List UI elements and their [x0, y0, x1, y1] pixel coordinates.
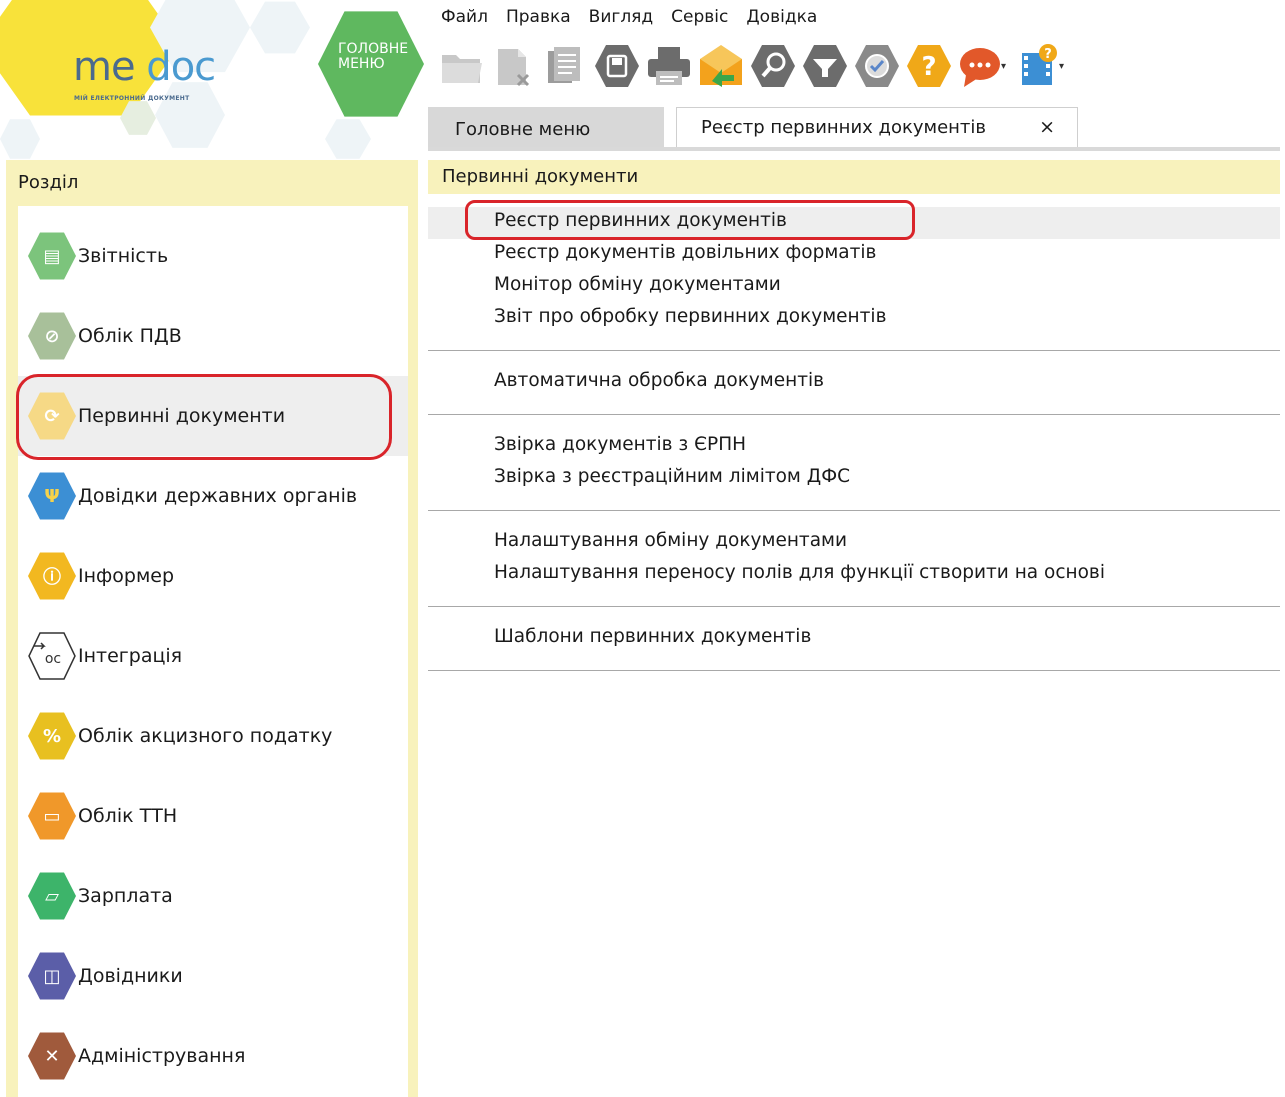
separator: [428, 510, 1280, 511]
verify-icon[interactable]: [851, 38, 903, 94]
separator: [428, 414, 1280, 415]
menu-service[interactable]: Сервіс: [662, 5, 737, 29]
info-icon: ⓘ: [28, 548, 76, 604]
decor-hex: [325, 119, 371, 159]
salary-icon: ▱: [28, 868, 76, 924]
sidebar-item-label: Звітність: [78, 245, 169, 267]
svg-text:oc: oc: [45, 651, 61, 667]
sidebar-item-label: Зарплата: [78, 885, 173, 907]
save-icon[interactable]: [591, 38, 643, 94]
sidebar-item-ttn[interactable]: ▭ Облік ТТН: [18, 776, 408, 856]
menu-file[interactable]: Файл: [432, 5, 497, 29]
sidebar-item-label: Облік ТТН: [78, 805, 178, 827]
link-dfs-limit-reconciliation[interactable]: Звірка з реєстраційним лімітом ДФС: [494, 466, 850, 487]
main-menu-label[interactable]: ГОЛОВНЕ МЕНЮ: [338, 42, 418, 72]
link-automatic-document-processing[interactable]: Автоматична обробка документів: [494, 370, 824, 391]
main-menu-line2: МЕНЮ: [338, 56, 385, 72]
logo-area: me doc МІЙ ЕЛЕКТРОННИЙ ДОКУМЕНТ ГОЛОВНЕ …: [0, 0, 425, 160]
report-icon: ▤: [28, 228, 76, 284]
content-title: Первинні документи: [442, 166, 639, 187]
sidebar-item-government-certificates[interactable]: Ψ Довідки державних органів: [18, 456, 408, 536]
sidebar-list: ▤ Звітність ⊘ Облік ПДВ ⟳ Первинні докум…: [18, 206, 408, 1097]
link-erpn-reconciliation[interactable]: Звірка документів з ЄРПН: [494, 434, 746, 455]
search-icon[interactable]: [747, 38, 799, 94]
tab-underline: [428, 147, 1280, 151]
printer-icon[interactable]: [643, 38, 695, 94]
logo-subtitle: МІЙ ЕЛЕКТРОННИЙ ДОКУМЕНТ: [74, 95, 190, 102]
medoc-logo: me doc: [73, 44, 216, 90]
link-field-transfer-settings[interactable]: Налаштування переносу полів для функції …: [494, 562, 1105, 583]
link-arbitrary-format-documents-registry[interactable]: Реєстр документів довільних форматів: [494, 242, 876, 263]
sidebar-title: Розділ: [18, 172, 79, 193]
content-header: Первинні документи: [428, 160, 1280, 194]
sidebar-item-salary[interactable]: ▱ Зарплата: [18, 856, 408, 936]
sidebar-item-label: Облік ПДВ: [78, 325, 182, 347]
separator: [428, 606, 1280, 607]
book-icon: ◫: [28, 948, 76, 1004]
decor-hex: [250, 1, 310, 54]
vat-icon: ⊘: [28, 308, 76, 364]
sidebar-item-excise[interactable]: % Облік акцизного податку: [18, 696, 408, 776]
sidebar-item-label: Інтеграція: [78, 645, 183, 667]
close-icon[interactable]: ×: [1039, 108, 1055, 146]
sidebar-item-administration[interactable]: ✕ Адміністрування: [18, 1016, 408, 1096]
menu-help[interactable]: Довідка: [737, 5, 826, 29]
folder-icon[interactable]: [435, 38, 487, 94]
send-envelope-icon[interactable]: [695, 38, 747, 94]
sidebar-item-label: Довідники: [78, 965, 183, 987]
filter-icon[interactable]: [799, 38, 851, 94]
sidebar-item-informer[interactable]: ⓘ Інформер: [18, 536, 408, 616]
link-primary-documents-registry[interactable]: Реєстр первинних документів: [494, 210, 787, 231]
link-primary-document-templates[interactable]: Шаблони первинних документів: [494, 626, 811, 647]
link-document-exchange-monitor[interactable]: Монітор обміну документами: [494, 274, 781, 295]
sidebar-item-label: Адміністрування: [78, 1045, 246, 1067]
svg-text:?: ?: [1044, 47, 1052, 62]
refresh-documents-icon: ⟳: [28, 388, 76, 444]
help-icon[interactable]: ?: [903, 38, 955, 94]
toolbar: ? ▾ ? ▾: [435, 38, 1071, 94]
tab-primary-documents-registry[interactable]: Реєстр первинних документів ×: [676, 107, 1078, 147]
video-help-icon[interactable]: ?: [1013, 38, 1065, 94]
sidebar: Розділ ▤ Звітність ⊘ Облік ПДВ ⟳ Первинн…: [6, 160, 418, 1097]
tab-active-label: Реєстр первинних документів: [701, 117, 987, 138]
logo-me: me: [73, 44, 136, 90]
trident-icon: Ψ: [28, 468, 76, 524]
logo-doc: doc: [146, 44, 216, 90]
ttn-icon: ▭: [28, 788, 76, 844]
sidebar-item-label: Облік акцизного податку: [78, 725, 333, 747]
menu-bar: Файл Правка Вигляд Сервіс Довідка: [432, 5, 826, 29]
excise-bag-icon: %: [28, 708, 76, 764]
menu-view[interactable]: Вигляд: [580, 5, 663, 29]
document-delete-icon[interactable]: [487, 38, 539, 94]
main-menu-line1: ГОЛОВНЕ: [338, 41, 409, 57]
documents-icon[interactable]: [539, 38, 591, 94]
sidebar-item-label: Довідки державних органів: [78, 485, 358, 507]
menu-edit[interactable]: Правка: [497, 5, 580, 29]
sidebar-item-vat[interactable]: ⊘ Облік ПДВ: [18, 296, 408, 376]
sidebar-item-directories[interactable]: ◫ Довідники: [18, 936, 408, 1016]
tab-main-menu[interactable]: Головне меню: [428, 107, 664, 147]
chat-icon[interactable]: [955, 38, 1007, 94]
decor-hex: [0, 119, 40, 159]
sidebar-item-label: Первинні документи: [78, 405, 286, 427]
sidebar-item-primary-documents[interactable]: ⟳ Первинні документи: [18, 376, 408, 456]
tools-icon: ✕: [28, 1028, 76, 1084]
sidebar-item-integration[interactable]: oc Інтеграція: [18, 616, 408, 696]
decor-hex: [155, 82, 225, 148]
sidebar-item-label: Інформер: [78, 565, 175, 587]
separator: [428, 670, 1280, 671]
separator: [428, 350, 1280, 351]
tab-bar: Головне меню Реєстр первинних документів…: [428, 107, 1280, 151]
link-primary-documents-processing-report[interactable]: Звіт про обробку первинних документів: [494, 306, 886, 327]
integration-icon: oc: [28, 628, 76, 684]
sidebar-item-reporting[interactable]: ▤ Звітність: [18, 216, 408, 296]
svg-text:?: ?: [921, 52, 936, 82]
link-document-exchange-settings[interactable]: Налаштування обміну документами: [494, 530, 847, 551]
